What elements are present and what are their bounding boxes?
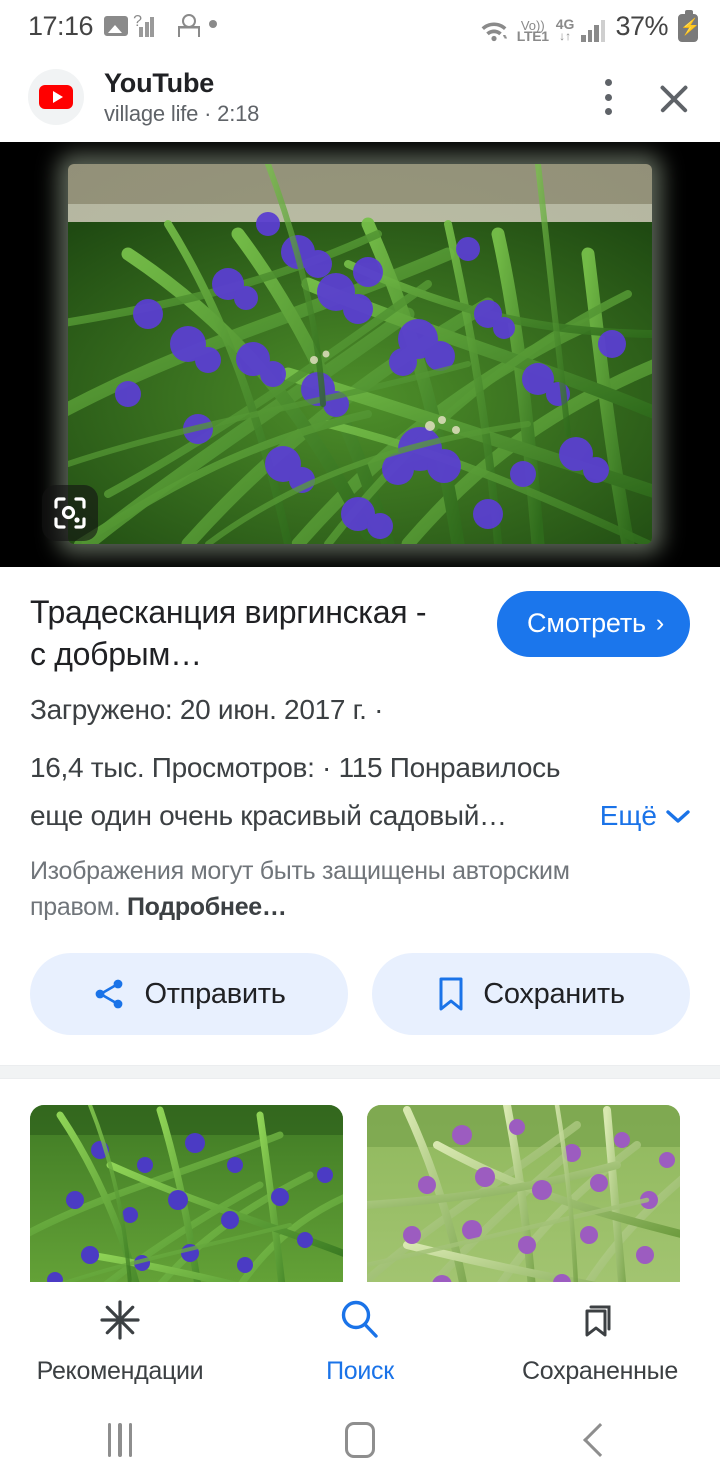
- search-icon: [341, 1300, 378, 1338]
- system-navigation-bar: [0, 1400, 720, 1480]
- chevron-down-icon: [666, 809, 690, 823]
- video-info-panel: Традесканция виргинская - с добрым… Смот…: [0, 567, 720, 1065]
- dot-icon: [209, 19, 218, 28]
- chevron-right-icon: ›: [655, 609, 664, 637]
- watch-button[interactable]: Смотреть ›: [497, 591, 690, 657]
- action-buttons: Отправить Сохранить: [30, 953, 690, 1065]
- status-bar: 17:16 ? Vo)) LTE1 4G ↓↑ 37%: [0, 0, 720, 52]
- photo-icon: [104, 16, 129, 36]
- odnoklassniki-icon: [176, 14, 198, 38]
- more-link-label: Ещё: [599, 800, 657, 831]
- nav-label-discover: Рекомендации: [36, 1356, 204, 1385]
- upload-date: Загружено: 20 июн. 2017 г. ·: [30, 694, 384, 725]
- discover-asterisk-icon: [100, 1299, 140, 1340]
- save-button[interactable]: Сохранить: [372, 953, 690, 1035]
- video-title: Традесканция виргинская - с добрым…: [30, 594, 427, 672]
- bottom-navigation: Рекомендации Поиск Сохраненные: [0, 1282, 720, 1400]
- watch-button-label: Смотреть: [527, 608, 646, 638]
- status-bar-right: Vo)) LTE1 4G ↓↑ 37%: [478, 9, 698, 44]
- status-time: 17:16: [28, 10, 94, 41]
- kebab-menu-icon[interactable]: [604, 79, 612, 115]
- share-button-label: Отправить: [144, 977, 286, 1010]
- nav-item-saved[interactable]: Сохраненные: [480, 1297, 720, 1386]
- signal-bars-icon: [581, 19, 606, 42]
- bookmark-icon: [439, 977, 463, 1011]
- recents-button[interactable]: [0, 1423, 240, 1457]
- question-signal-icon: ?: [133, 13, 165, 37]
- nav-item-discover[interactable]: Рекомендации: [0, 1297, 240, 1386]
- nav-item-search[interactable]: Поиск: [240, 1297, 480, 1386]
- share-button[interactable]: Отправить: [30, 953, 348, 1035]
- app-name: YouTube: [104, 67, 215, 98]
- network-type-indicator: 4G ↓↑: [555, 15, 575, 43]
- copyright-text: Изображения могут быть защищены авторски…: [30, 857, 570, 921]
- copyright-learn-more-link[interactable]: Подробнее…: [127, 893, 287, 921]
- more-link[interactable]: Ещё: [600, 800, 690, 832]
- back-button[interactable]: [480, 1423, 720, 1457]
- app-header: YouTube village life · 2:18: [0, 52, 720, 142]
- battery-charging-icon: [678, 9, 698, 42]
- volte-indicator: Vo)) LTE1: [516, 17, 549, 44]
- description-row: еще один очень красивый садовый… Ещё: [30, 793, 690, 839]
- share-icon: [96, 979, 123, 1009]
- video-channel-duration: village life · 2:18: [104, 100, 260, 126]
- wifi-icon: [478, 16, 510, 42]
- bookmarks-icon: [585, 1305, 611, 1336]
- back-icon: [583, 1423, 617, 1457]
- google-lens-icon[interactable]: [42, 485, 98, 541]
- hero-image-container[interactable]: [0, 142, 720, 567]
- nav-label-search: Поиск: [326, 1356, 394, 1385]
- recents-icon: [107, 1423, 133, 1457]
- save-button-label: Сохранить: [483, 977, 625, 1010]
- home-button[interactable]: [240, 1422, 480, 1458]
- video-stats: 16,4 тыс. Просмотров: · 115 Понравилось: [30, 752, 561, 783]
- close-icon[interactable]: [656, 79, 692, 115]
- youtube-logo: [28, 69, 84, 125]
- hero-image[interactable]: [68, 164, 652, 544]
- section-divider: [0, 1065, 720, 1079]
- video-description: еще один очень красивый садовый…: [30, 800, 507, 831]
- status-bar-left: 17:16 ?: [28, 10, 218, 42]
- nav-label-saved: Сохраненные: [522, 1356, 678, 1385]
- home-icon: [345, 1422, 375, 1458]
- header-text-block: YouTube village life · 2:18: [104, 68, 259, 127]
- header-actions: [604, 79, 692, 115]
- copyright-notice: Изображения могут быть защищены авторски…: [30, 853, 630, 925]
- title-row: Традесканция виргинская - с добрым… Смот…: [30, 591, 690, 675]
- battery-percent: 37%: [615, 10, 668, 41]
